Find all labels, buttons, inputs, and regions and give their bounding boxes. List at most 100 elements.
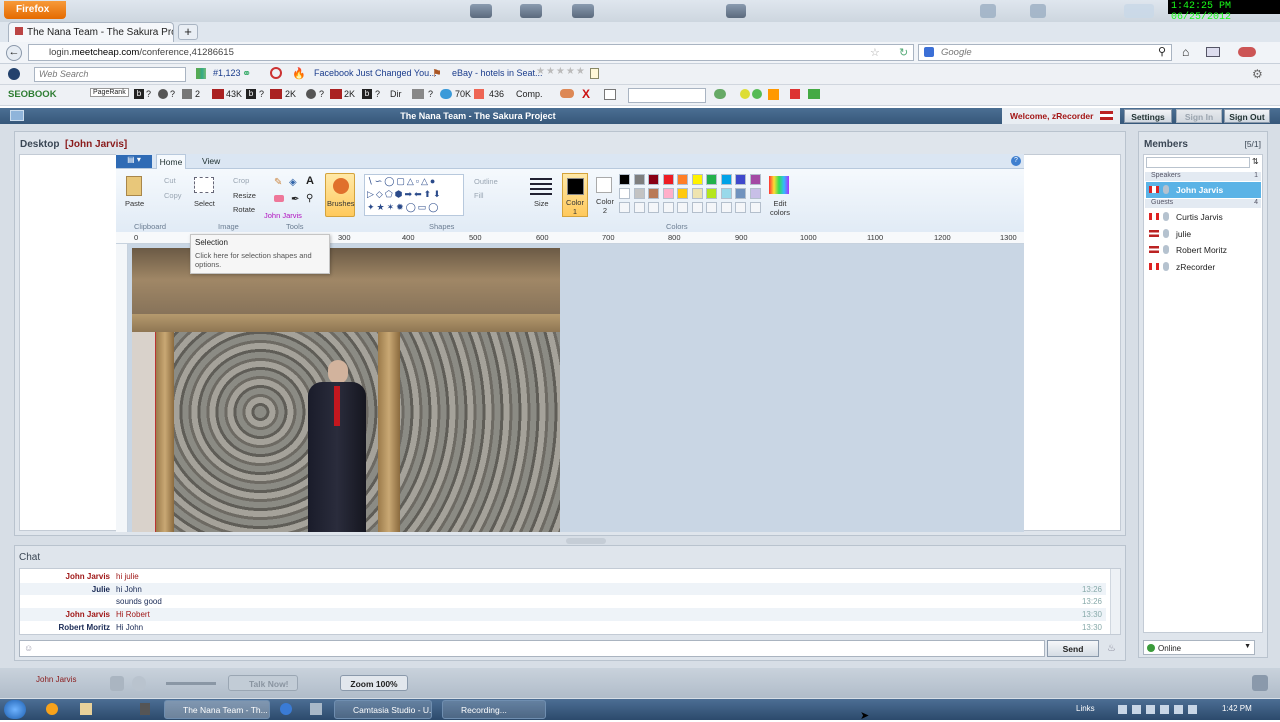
palette-empty-swatch[interactable] (633, 202, 645, 213)
palette-empty-swatch[interactable] (677, 202, 688, 213)
palette-swatch[interactable] (662, 188, 674, 199)
palette-swatch[interactable] (691, 174, 703, 185)
webcam-icon[interactable] (132, 676, 146, 691)
help-icon[interactable]: ? (1011, 156, 1021, 166)
bell-icon[interactable]: ♨ (1107, 643, 1116, 654)
color2-label[interactable]: Color 2 (593, 197, 617, 215)
seo-metric[interactable]: ? (259, 89, 264, 99)
palette-empty-swatch[interactable] (749, 202, 761, 213)
quicklaunch-icon[interactable] (140, 703, 150, 715)
rank-link[interactable]: #1,123 (213, 68, 241, 78)
tool-icon[interactable] (752, 89, 762, 99)
rotate-button[interactable]: Rotate (233, 205, 255, 214)
palette-swatch[interactable] (677, 188, 688, 199)
edit-colors-label[interactable]: Edit colors (766, 199, 794, 217)
resize-button[interactable]: Resize (233, 191, 256, 200)
ebay-link[interactable]: eBay - hotels in Seat... (452, 68, 543, 78)
chat-input[interactable]: ☺ (19, 640, 1045, 657)
paste-label[interactable]: Paste (125, 199, 144, 208)
brushes-button[interactable]: Brushes (325, 173, 355, 217)
text-icon[interactable]: A (306, 175, 314, 187)
member-row[interactable]: Curtis Jarvis (1146, 209, 1261, 225)
share-icon[interactable] (1252, 675, 1268, 691)
edit-colors-icon[interactable] (769, 176, 789, 194)
seo-input[interactable] (628, 88, 706, 103)
tray-icons[interactable] (1118, 705, 1198, 714)
zoom-button[interactable]: Zoom 100% (340, 675, 408, 691)
sign-in-button[interactable]: Sign In (1176, 109, 1222, 123)
quicklaunch-icon[interactable] (310, 703, 322, 715)
browser-tab[interactable]: The Nana Team - The Sakura Project - C..… (8, 22, 174, 42)
compare-menu[interactable]: Comp. (516, 89, 543, 99)
note-icon[interactable] (590, 68, 599, 79)
addon-icon[interactable] (1238, 47, 1256, 57)
edit-icon[interactable] (604, 89, 616, 100)
seo-metric[interactable]: 2 (195, 89, 200, 99)
sort-icon[interactable]: ⇅ (1252, 157, 1262, 168)
home-icon[interactable]: ⌂ (1182, 45, 1189, 59)
sign-out-button[interactable]: Sign Out (1224, 109, 1270, 123)
firefox-menu-button[interactable]: Firefox (4, 1, 66, 19)
tab-view[interactable]: View (202, 156, 220, 166)
emoji-icon[interactable]: ☺ (24, 643, 33, 653)
seo-metric[interactable]: 70K (455, 89, 471, 99)
palette-swatch[interactable] (706, 188, 717, 199)
picker-icon[interactable]: ✒ (291, 194, 299, 205)
url-bar[interactable]: login.meetcheap.com/conference,41286615 (28, 44, 914, 61)
chat-scrollbar[interactable] (1110, 569, 1120, 634)
palette-swatch[interactable] (648, 188, 659, 199)
member-search-input[interactable] (1146, 157, 1250, 168)
start-button[interactable] (4, 700, 26, 719)
palette-swatch[interactable] (720, 188, 732, 199)
member-row[interactable]: julie (1146, 226, 1261, 242)
tool-icon[interactable] (560, 89, 574, 98)
tool-icon[interactable] (740, 89, 750, 99)
palette-swatch[interactable] (749, 174, 761, 185)
bookmark-star-icon[interactable]: ☆ (870, 46, 880, 59)
tool-icon[interactable] (790, 89, 800, 99)
seobook-logo[interactable]: SEOBOOK (8, 89, 57, 100)
links-toolbar[interactable]: Links (1076, 704, 1095, 713)
member-row[interactable]: John Jarvis (1146, 182, 1261, 198)
rating-stars-icon[interactable]: ★★★★★ (536, 66, 586, 77)
palette-swatch[interactable] (749, 188, 761, 199)
taskbar-recording[interactable]: Recording... (442, 700, 546, 719)
reload-icon[interactable]: ↻ (899, 46, 908, 59)
seo-metric[interactable]: ? (319, 89, 324, 99)
palette-swatch[interactable] (633, 188, 645, 199)
palette-empty-swatch[interactable] (720, 202, 732, 213)
taskbar-camtasia[interactable]: Camtasia Studio - U... (334, 700, 432, 719)
tab-home[interactable]: Home (156, 154, 186, 169)
palette-empty-swatch[interactable] (662, 202, 674, 213)
folder-icon[interactable] (80, 703, 92, 715)
send-button[interactable]: Send (1047, 640, 1099, 657)
member-row[interactable]: Robert Moritz (1146, 242, 1261, 258)
palette-swatch[interactable] (619, 174, 630, 185)
pencil-icon[interactable]: ✎ (274, 177, 282, 188)
seo-metric[interactable]: 436 (489, 89, 504, 99)
facebook-link[interactable]: Facebook Just Changed You... (314, 68, 437, 78)
toolbar-logo-icon[interactable] (8, 68, 20, 80)
select-icon[interactable] (194, 177, 214, 193)
member-row[interactable]: zRecorder (1146, 259, 1261, 275)
status-dropdown[interactable]: Online ▼ (1143, 640, 1255, 655)
tool-icon[interactable] (714, 89, 726, 99)
canvas-image[interactable] (132, 248, 560, 532)
palette-swatch[interactable] (633, 174, 645, 185)
fill-button[interactable]: Fill (474, 191, 484, 200)
palette-swatch[interactable] (677, 174, 688, 185)
link-icon[interactable]: ⚭ (242, 67, 251, 80)
gear-icon[interactable]: ⚙ (1252, 67, 1263, 81)
palette-empty-swatch[interactable] (691, 202, 703, 213)
pagerank-meter[interactable]: PageRank (90, 88, 129, 97)
seo-metric[interactable]: 2K (285, 89, 296, 99)
outline-button[interactable]: Outline (474, 177, 498, 186)
close-red-icon[interactable]: X (582, 87, 590, 101)
magnifier-icon[interactable]: ⚲ (306, 193, 313, 204)
palette-swatch[interactable] (720, 174, 732, 185)
window-icon[interactable] (1206, 47, 1220, 57)
palette-swatch[interactable] (648, 174, 659, 185)
palette-swatch[interactable] (706, 174, 717, 185)
seo-metric[interactable]: ? (146, 89, 151, 99)
size-label[interactable]: Size (534, 199, 549, 208)
